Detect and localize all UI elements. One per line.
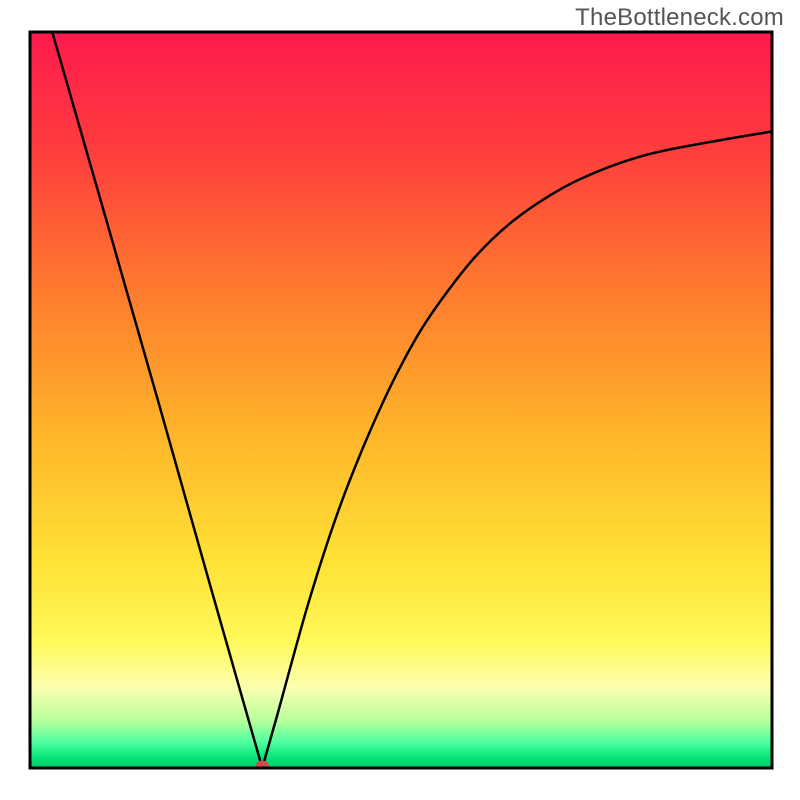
bottleneck-chart xyxy=(0,0,800,800)
gradient-background xyxy=(30,32,772,768)
minimum-point-marker xyxy=(256,761,269,772)
chart-container: TheBottleneck.com xyxy=(0,0,800,800)
